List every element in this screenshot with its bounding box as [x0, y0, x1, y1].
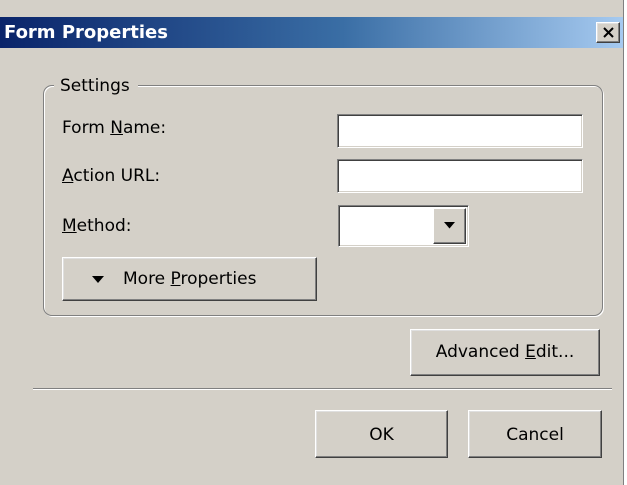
action-url-input[interactable]	[337, 159, 583, 193]
form-properties-dialog: Form Properties Settings Form Name: Acti…	[0, 0, 624, 485]
chevron-down-icon	[444, 222, 455, 229]
action-url-label: Action URL:	[62, 166, 161, 186]
cancel-label: Cancel	[506, 425, 564, 445]
close-x-icon	[603, 27, 614, 38]
method-label: Method:	[62, 216, 132, 236]
dialog-title: Form Properties	[4, 22, 168, 43]
title-bar[interactable]: Form Properties	[0, 17, 623, 48]
form-name-input[interactable]	[337, 114, 583, 148]
settings-group-label: Settings	[54, 76, 138, 96]
form-name-label: Form Name:	[62, 118, 167, 138]
advanced-edit-label: Advanced Edit...	[435, 342, 575, 362]
ok-label: OK	[369, 425, 394, 445]
advanced-edit-button[interactable]: Advanced Edit...	[410, 329, 600, 376]
ok-button[interactable]: OK	[315, 410, 448, 458]
more-properties-label: More Properties	[123, 269, 257, 289]
more-properties-button[interactable]: More Properties	[62, 257, 317, 301]
triangle-down-icon	[92, 276, 104, 283]
cancel-button[interactable]: Cancel	[468, 410, 602, 458]
method-select[interactable]	[338, 205, 469, 247]
close-button[interactable]	[596, 22, 620, 43]
method-dropdown-button[interactable]	[433, 208, 466, 244]
separator-line	[33, 388, 612, 390]
